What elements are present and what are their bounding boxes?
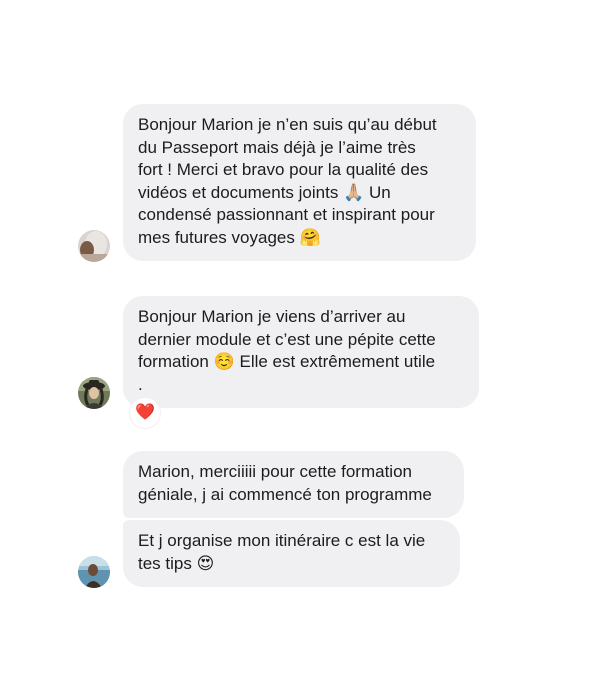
message-bubble-2[interactable]: Bonjour Marion je viens d’arriver au der… <box>123 296 479 408</box>
user-avatar-2-icon[interactable] <box>78 377 110 409</box>
message-text-1: Bonjour Marion je n’en suis qu’au début … <box>138 115 437 247</box>
message-text-3: Marion, merciiiii pour cette formation g… <box>138 462 432 504</box>
user-avatar-3-icon[interactable] <box>78 556 110 588</box>
message-bubble-4[interactable]: Et j organise mon itinéraire c est la vi… <box>123 520 460 587</box>
message-bubble-3[interactable]: Marion, merciiiii pour cette formation g… <box>123 451 464 518</box>
heart-reaction[interactable]: ❤️ <box>130 398 160 428</box>
message-text-2: Bonjour Marion je viens d’arriver au der… <box>138 307 436 394</box>
heart-icon: ❤️ <box>135 404 155 421</box>
message-text-4: Et j organise mon itinéraire c est la vi… <box>138 531 426 573</box>
user-avatar-1-icon[interactable] <box>78 230 110 262</box>
message-bubble-1[interactable]: Bonjour Marion je n’en suis qu’au début … <box>123 104 476 261</box>
